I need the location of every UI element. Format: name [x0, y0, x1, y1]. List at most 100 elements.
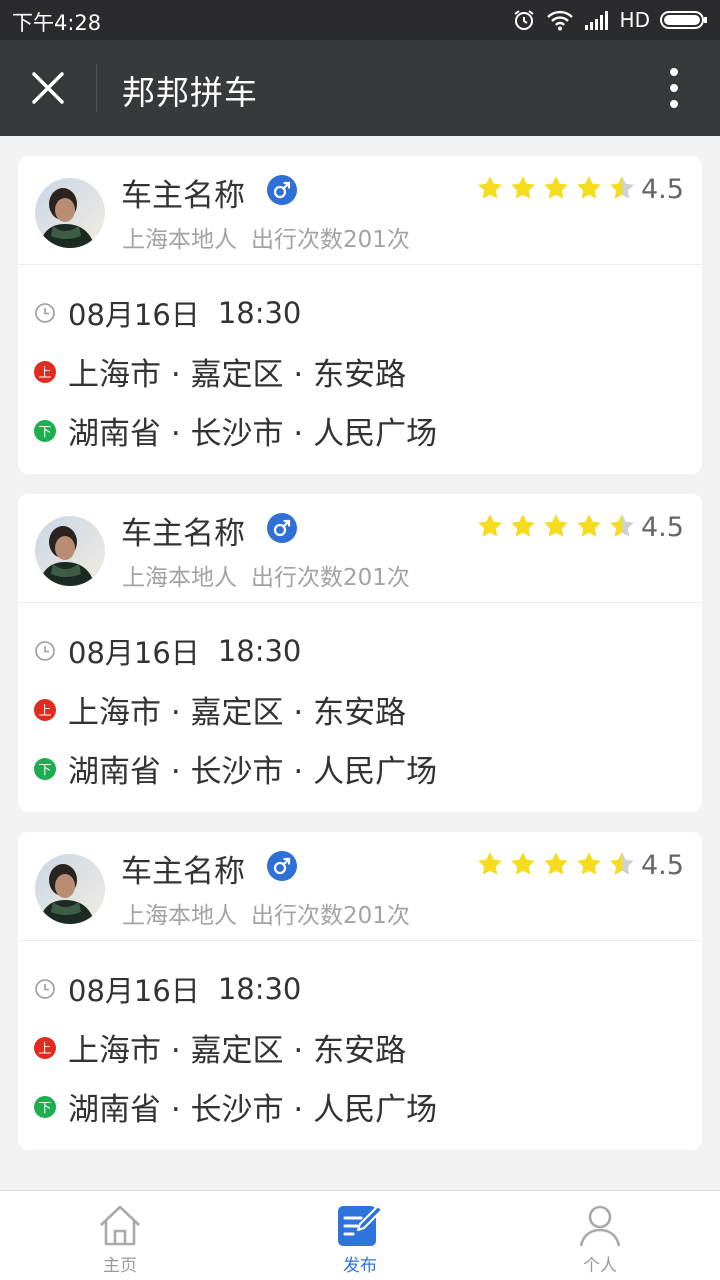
more-button[interactable] [654, 62, 694, 114]
star-icon [511, 176, 535, 199]
driver-trips: 出行次数201次 [251, 903, 410, 929]
tab-profile-label: 个人 [583, 1256, 617, 1276]
pickup-location: 上 上海市 · 嘉定区 · 东安路 [34, 687, 406, 732]
half-star-icon [610, 852, 634, 875]
departure-date: 08月16日 [68, 298, 200, 332]
dropoff-address: 湖南省 · 长沙市 · 人民广场 [68, 416, 438, 452]
pickup-location: 上 上海市 · 嘉定区 · 东安路 [34, 349, 406, 394]
edit-icon [335, 1201, 385, 1249]
wifi-icon [546, 10, 573, 31]
dropoff-badge: 下 [34, 419, 56, 442]
pickup-badge: 上 [34, 360, 56, 383]
network-type: HD [619, 8, 650, 32]
dropoff-address: 湖南省 · 长沙市 · 人民广场 [68, 1092, 438, 1128]
ride-card[interactable]: 车主名称 4.5 上海本地人 出行次数201次 08月16日 18:30 上 上海市… [18, 832, 702, 1150]
star-rating [476, 512, 641, 540]
driver-hometown: 上海本地人 [122, 903, 237, 929]
status-time: 下午4:28 [12, 11, 102, 35]
dropoff-address: 湖南省 · 长沙市 · 人民广场 [68, 754, 438, 790]
departure-time: 08月16日 18:30 [34, 968, 301, 1010]
star-icon [511, 514, 535, 537]
dropoff-location: 下 湖南省 · 长沙市 · 人民广场 [34, 1084, 437, 1129]
departure-clock: 18:30 [217, 634, 302, 668]
page-title: 邦邦拼车 [122, 73, 258, 112]
star-icon [577, 514, 601, 537]
star-icon [544, 176, 568, 199]
star-rating [476, 174, 641, 202]
status-bar: 下午4:28 HD [0, 0, 720, 40]
male-icon [267, 513, 297, 543]
pickup-location: 上 上海市 · 嘉定区 · 东安路 [34, 1025, 406, 1070]
title-divider [96, 64, 97, 112]
driver-meta: 上海本地人 出行次数201次 [122, 896, 410, 930]
avatar [35, 178, 105, 248]
star-rating [476, 850, 641, 878]
rating-value: 4.5 [641, 512, 684, 543]
departure-clock: 18:30 [217, 296, 302, 330]
star-icon [577, 176, 601, 199]
half-star-icon [610, 176, 634, 199]
card-divider [18, 602, 702, 603]
pickup-address: 上海市 · 嘉定区 · 东安路 [68, 1033, 407, 1069]
star-icon [544, 514, 568, 537]
pickup-badge: 上 [34, 1036, 56, 1059]
avatar [35, 854, 105, 924]
home-icon [95, 1201, 145, 1249]
more-vertical-icon [670, 68, 678, 108]
clock-icon [35, 303, 55, 323]
driver-hometown: 上海本地人 [122, 565, 237, 591]
person-icon [575, 1201, 625, 1249]
driver-meta: 上海本地人 出行次数201次 [122, 558, 410, 592]
departure-clock: 18:30 [217, 972, 302, 1006]
driver-meta: 上海本地人 出行次数201次 [122, 220, 410, 254]
driver-trips: 出行次数201次 [251, 227, 410, 253]
star-icon [544, 852, 568, 875]
male-icon [267, 175, 297, 205]
pickup-address: 上海市 · 嘉定区 · 东安路 [68, 357, 407, 393]
dropoff-badge: 下 [34, 1095, 56, 1118]
star-icon [478, 514, 502, 537]
ride-list: 车主名称 4.5 上海本地人 出行次数201次 08月16日 18:30 上 上海市… [18, 156, 702, 1170]
driver-name: 车主名称 [121, 516, 245, 552]
driver-hometown: 上海本地人 [122, 227, 237, 253]
pickup-badge: 上 [34, 698, 56, 721]
tab-profile[interactable]: 个人 [540, 1191, 660, 1280]
signal-icon [584, 11, 608, 30]
dropoff-location: 下 湖南省 · 长沙市 · 人民广场 [34, 408, 437, 453]
departure-time: 08月16日 18:30 [34, 292, 301, 334]
battery-icon [660, 11, 707, 29]
star-icon [478, 852, 502, 875]
driver-name: 车主名称 [121, 178, 245, 214]
driver-trips: 出行次数201次 [251, 565, 410, 591]
tab-publish-label: 发布 [343, 1256, 377, 1276]
title-bar: 邦邦拼车 [0, 40, 720, 136]
dropoff-badge: 下 [34, 757, 56, 780]
star-icon [478, 176, 502, 199]
pickup-address: 上海市 · 嘉定区 · 东安路 [68, 695, 407, 731]
alarm-icon [513, 10, 534, 30]
rating-value: 4.5 [641, 174, 684, 205]
card-divider [18, 940, 702, 941]
dropoff-location: 下 湖南省 · 长沙市 · 人民广场 [34, 746, 437, 791]
status-icons: HD [512, 6, 708, 34]
close-icon [32, 72, 64, 104]
ride-card[interactable]: 车主名称 4.5 上海本地人 出行次数201次 08月16日 18:30 上 上海市… [18, 494, 702, 812]
driver-name: 车主名称 [121, 854, 245, 890]
bottom-tab-bar: 主页 发布 个人 [0, 1190, 720, 1280]
male-icon [267, 851, 297, 881]
ride-card[interactable]: 车主名称 4.5 上海本地人 出行次数201次 08月16日 18:30 上 上海市… [18, 156, 702, 474]
avatar [35, 516, 105, 586]
star-icon [577, 852, 601, 875]
tab-publish[interactable]: 发布 [300, 1191, 420, 1280]
star-icon [511, 852, 535, 875]
card-divider [18, 264, 702, 265]
clock-icon [35, 979, 55, 999]
departure-date: 08月16日 [68, 636, 200, 670]
half-star-icon [610, 514, 634, 537]
clock-icon [35, 641, 55, 661]
tab-home-label: 主页 [103, 1256, 137, 1276]
rating-value: 4.5 [641, 850, 684, 881]
departure-time: 08月16日 18:30 [34, 630, 301, 672]
tab-home[interactable]: 主页 [60, 1191, 180, 1280]
close-button[interactable] [16, 56, 80, 120]
